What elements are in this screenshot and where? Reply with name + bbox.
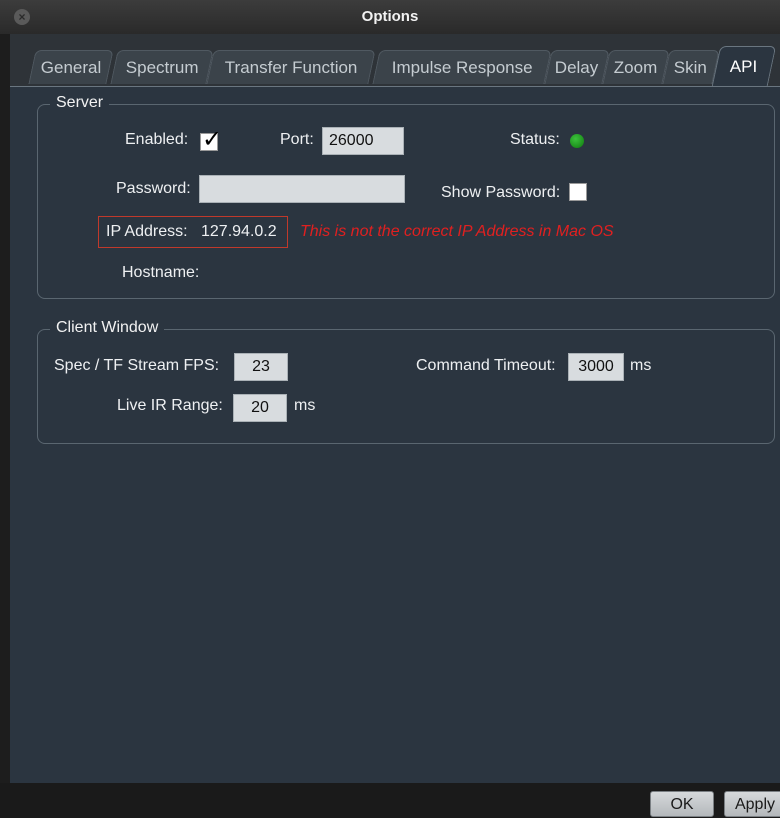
live-ir-range-unit: ms (294, 397, 316, 414)
live-ir-range-field[interactable]: 20 (233, 394, 287, 422)
tab-skin[interactable]: Skin (662, 50, 720, 84)
server-group: Server Enabled: ✓ Port: 26000 Status: Pa… (37, 94, 775, 299)
password-field[interactable] (199, 175, 405, 203)
tab-zoom[interactable]: Zoom (602, 50, 670, 84)
check-icon: ✓ (202, 126, 223, 153)
port-field[interactable]: 26000 (322, 127, 404, 155)
ok-button[interactable]: OK (650, 791, 714, 817)
api-panel: Server Enabled: ✓ Port: 26000 Status: Pa… (10, 86, 780, 784)
title-bar: × Options (0, 0, 780, 35)
tab-strip: General Spectrum Transfer Function Impul… (10, 34, 780, 87)
fps-label: Spec / TF Stream FPS: (54, 357, 220, 374)
left-edge (0, 34, 10, 783)
hostname-label: Hostname: (122, 264, 200, 281)
ip-address-label: IP Address: (106, 223, 188, 240)
password-label: Password: (116, 180, 191, 197)
ip-address-value: 127.94.0.2 (201, 223, 277, 240)
status-label: Status: (510, 131, 560, 148)
enabled-label: Enabled: (125, 131, 189, 148)
server-legend: Server (50, 94, 110, 112)
tab-transfer-function[interactable]: Transfer Function (206, 50, 376, 84)
ip-warning-text: This is not the correct IP Address in Ma… (300, 223, 614, 240)
tab-spectrum[interactable]: Spectrum (110, 50, 214, 84)
show-password-label: Show Password: (441, 184, 561, 201)
apply-button[interactable]: Apply (724, 791, 780, 817)
client-window-legend: Client Window (50, 319, 165, 337)
port-label: Port: (280, 131, 314, 148)
fps-field[interactable]: 23 (234, 353, 288, 381)
command-timeout-field[interactable]: 3000 (568, 353, 624, 381)
tab-impulse-response[interactable]: Impulse Response (372, 50, 552, 84)
command-timeout-unit: ms (630, 357, 652, 374)
command-timeout-label: Command Timeout: (416, 357, 556, 374)
button-bar: OK Apply (0, 783, 780, 817)
tab-delay[interactable]: Delay (544, 50, 610, 84)
client-window-group: Client Window Spec / TF Stream FPS: 23 C… (37, 319, 775, 444)
tab-general[interactable]: General (28, 50, 114, 84)
enabled-checkbox[interactable]: ✓ (200, 126, 222, 153)
status-indicator-icon (570, 134, 584, 148)
tab-api[interactable]: API (711, 46, 777, 86)
ip-address-highlight: IP Address: 127.94.0.2 (98, 216, 288, 248)
window-title: Options (361, 8, 419, 25)
live-ir-range-label: Live IR Range: (117, 397, 223, 414)
show-password-checkbox[interactable] (569, 183, 587, 201)
